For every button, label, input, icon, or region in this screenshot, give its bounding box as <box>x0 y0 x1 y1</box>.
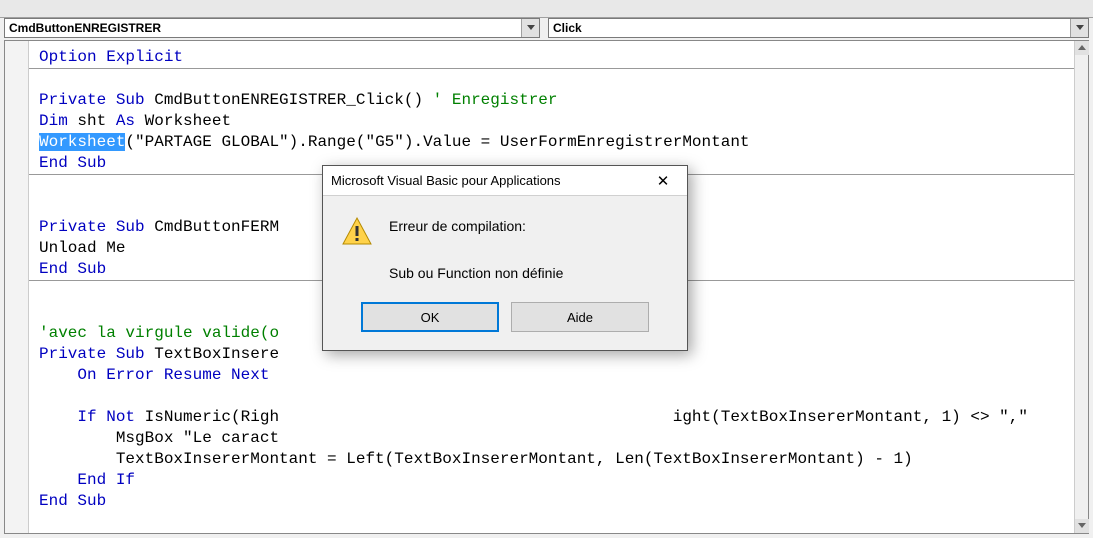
code-token: End Sub <box>39 492 106 510</box>
dialog-message-line2: Sub ou Function non définie <box>389 263 563 284</box>
chevron-down-icon[interactable] <box>1070 19 1088 37</box>
code-token: End Sub <box>39 260 106 278</box>
code-token: 'avec la virgule valide(o <box>39 324 279 342</box>
code-token: As <box>116 112 135 130</box>
code-token: MsgBox "Le caract <box>39 429 279 447</box>
scroll-down-icon[interactable] <box>1075 519 1089 533</box>
code-token: TextBoxInsererMontant = Left(TextBoxInse… <box>39 450 913 468</box>
code-token: Private Sub <box>39 218 145 236</box>
code-token: sht <box>68 112 116 130</box>
object-combobox[interactable]: CmdButtonENREGISTRER <box>4 18 540 38</box>
code-margin <box>5 41 29 533</box>
code-token: Option Explicit <box>39 48 183 66</box>
dialog-message: Erreur de compilation: Sub ou Function n… <box>389 216 563 284</box>
code-token: End If <box>39 471 135 489</box>
ok-button[interactable]: OK <box>361 302 499 332</box>
toolbar-strip <box>0 0 1093 18</box>
chevron-down-icon[interactable] <box>521 19 539 37</box>
dialog-message-line1: Erreur de compilation: <box>389 216 563 237</box>
code-token: CmdButtonENREGISTRER_Click() <box>145 91 433 109</box>
code-token: IsNumeric(Righ <box>135 408 279 426</box>
code-token: CmdButtonFERM <box>145 218 279 236</box>
code-token: End Sub <box>39 154 106 172</box>
dialog-titlebar[interactable]: Microsoft Visual Basic pour Applications… <box>323 166 687 196</box>
close-icon[interactable]: ✕ <box>647 169 679 193</box>
code-token: Private Sub <box>39 345 145 363</box>
procedure-combobox[interactable]: Click <box>548 18 1089 38</box>
code-token: ' Enregistrer <box>433 91 558 109</box>
code-token: Private Sub <box>39 91 145 109</box>
proc-divider <box>29 68 1078 69</box>
help-button[interactable]: Aide <box>511 302 649 332</box>
error-dialog: Microsoft Visual Basic pour Applications… <box>322 165 688 351</box>
dialog-title-text: Microsoft Visual Basic pour Applications <box>331 173 647 188</box>
object-proc-row: CmdButtonENREGISTRER Click <box>4 18 1089 38</box>
object-combo-text: CmdButtonENREGISTRER <box>5 21 521 35</box>
code-token: ight(TextBoxInsererMontant, 1) <> "," <box>673 408 1028 426</box>
code-token: ("PARTAGE GLOBAL").Range("G5").Value = U… <box>125 133 749 151</box>
code-token: Unload Me <box>39 239 125 257</box>
warning-icon <box>341 216 373 248</box>
dialog-body: Erreur de compilation: Sub ou Function n… <box>323 196 687 290</box>
highlighted-token: Worksheet <box>39 133 125 151</box>
procedure-combo-text: Click <box>549 21 1070 35</box>
vertical-scrollbar[interactable] <box>1074 41 1088 533</box>
code-token: Dim <box>39 112 68 130</box>
code-token: TextBoxInsere <box>145 345 279 363</box>
code-token: If Not <box>39 408 135 426</box>
code-token: Worksheet <box>135 112 231 130</box>
dialog-button-row: OK Aide <box>323 290 687 350</box>
scroll-up-icon[interactable] <box>1075 41 1089 55</box>
code-token: On Error Resume Next <box>39 366 269 384</box>
